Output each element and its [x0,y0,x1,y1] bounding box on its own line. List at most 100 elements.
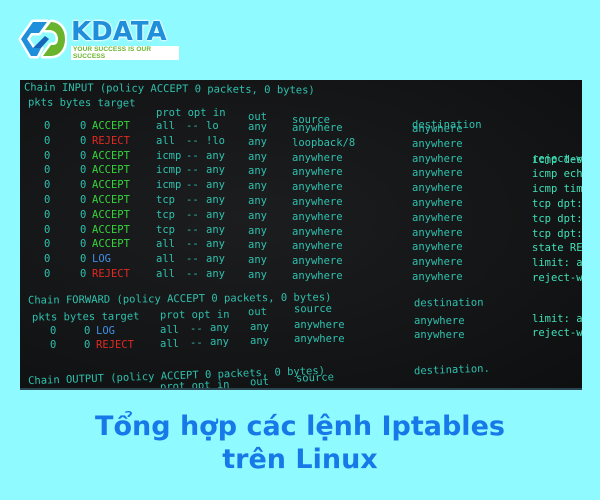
forward-row-pkts: 0 [50,339,57,351]
row-target: ACCEPT [92,149,130,162]
row-extra: tcp dpt:h [532,227,582,240]
row-destination: anywhere [412,123,463,135]
row-source: loopback/8 [292,136,356,149]
row-bytes: 0 [80,134,87,147]
row-out: any [248,254,267,267]
row-out: any [248,165,267,178]
row-bytes: 0 [80,164,87,177]
row-opt: -- [186,253,199,266]
row-in: any [206,164,225,177]
row-prot: tcp [156,208,175,221]
row-out: any [248,224,267,237]
row-in: any [206,223,225,236]
row-opt: -- [186,268,199,280]
row-pkts: 0 [44,120,51,132]
row-bytes: 0 [80,268,87,280]
forward-row-prot: all [160,324,179,336]
forward-row-out: any [250,335,269,347]
row-opt: -- [186,208,199,221]
row-destination: anywhere [412,271,463,283]
row-source: anywhere [292,196,343,208]
row-target: ACCEPT [92,164,130,177]
column-headers-mid: prot opt in [156,107,226,119]
row-in: any [206,194,225,206]
row-out: any [248,209,267,222]
row-in: any [206,149,225,162]
row-source: anywhere [292,122,343,134]
row-extra: reject-wi [532,272,582,284]
chain-input-header: Chain INPUT (policy ACCEPT 0 packets, 0 … [23,81,315,97]
forward-row-target: REJECT [96,339,134,351]
row-opt: -- [186,149,199,162]
row-pkts: 0 [44,268,51,280]
forward-column-headers-mid: prot opt in [159,308,230,322]
row-destination: anywhere [412,226,463,239]
row-destination: anywhere [412,137,463,150]
row-destination: anywhere [412,256,463,269]
row-bytes: 0 [80,120,87,132]
brand-tagline: YOUR SUCCESS IS OUR SUCCESS [71,45,179,60]
row-prot: all [156,134,175,147]
row-in: lo [206,120,219,132]
title-line-1: Tổng hợp các lệnh Iptables [95,411,505,442]
row-bytes: 0 [80,208,87,221]
row-source: anywhere [292,225,343,238]
forward-row-prot: all [160,338,179,350]
row-source: anywhere [292,151,343,164]
row-extra: icmp dest [532,153,582,166]
row-bytes: 0 [80,194,87,206]
row-in: any [206,268,225,280]
row-bytes: 0 [80,223,87,236]
row-opt: -- [186,179,199,192]
row-in: any [206,179,225,192]
row-out: any [248,135,267,148]
kdata-logo: KDATA YOUR SUCCESS IS OUR SUCCESS [17,16,179,62]
brand-name: KDATA [71,16,167,47]
row-opt: -- [186,223,199,236]
row-target: ACCEPT [92,194,130,206]
row-in: any [206,208,225,221]
forward-row-out: any [250,321,269,333]
row-in: !lo [206,134,225,147]
output-column-headers-mid: prot opt in [159,378,230,390]
row-pkts: 0 [44,238,51,251]
row-prot: icmp [156,149,182,162]
forward-row-extra: limit: av [532,313,582,325]
forward-row-target: LOG [96,325,115,337]
row-opt: -- [186,120,199,132]
forward-row-destination: anywhere [414,329,465,341]
row-bytes: 0 [80,149,87,162]
row-destination: anywhere [412,197,463,209]
forward-row-in: any [210,336,229,348]
forward-column-header-out: out [247,305,268,319]
row-prot: icmp [156,164,182,177]
row-extra: tcp dpt:s [532,198,582,210]
row-bytes: 0 [80,253,87,266]
row-target: LOG [92,253,111,266]
row-source: anywhere [292,270,343,282]
column-headers-left: pkts bytes target [27,96,136,110]
row-prot: all [156,120,175,132]
row-source: anywhere [292,166,343,179]
output-column-header-source: source [295,371,335,385]
row-opt: -- [186,194,199,206]
output-column-header-destination: destination. [413,362,491,378]
row-prot: tcp [156,194,175,206]
row-source: anywhere [292,255,343,268]
forward-row-opt: -- [190,337,203,349]
page-title: Tổng hợp các lệnh Iptables trên Linux [0,410,600,476]
forward-column-header-source: source [293,302,332,316]
forward-row-source: anywhere [294,333,345,345]
row-destination: anywhere [412,182,463,195]
forward-row-bytes: 0 [84,325,91,337]
row-opt: -- [186,238,199,251]
row-out: any [248,121,267,133]
forward-row-extra: reject-wi [532,327,582,339]
forward-row-source: anywhere [294,319,345,331]
forward-row-opt: -- [190,323,203,335]
row-target: ACCEPT [92,238,130,251]
kdata-logo-icon [17,16,68,62]
row-out: any [248,269,267,281]
row-target: ACCEPT [92,223,130,236]
forward-column-headers-left: pkts bytes target [31,310,140,324]
